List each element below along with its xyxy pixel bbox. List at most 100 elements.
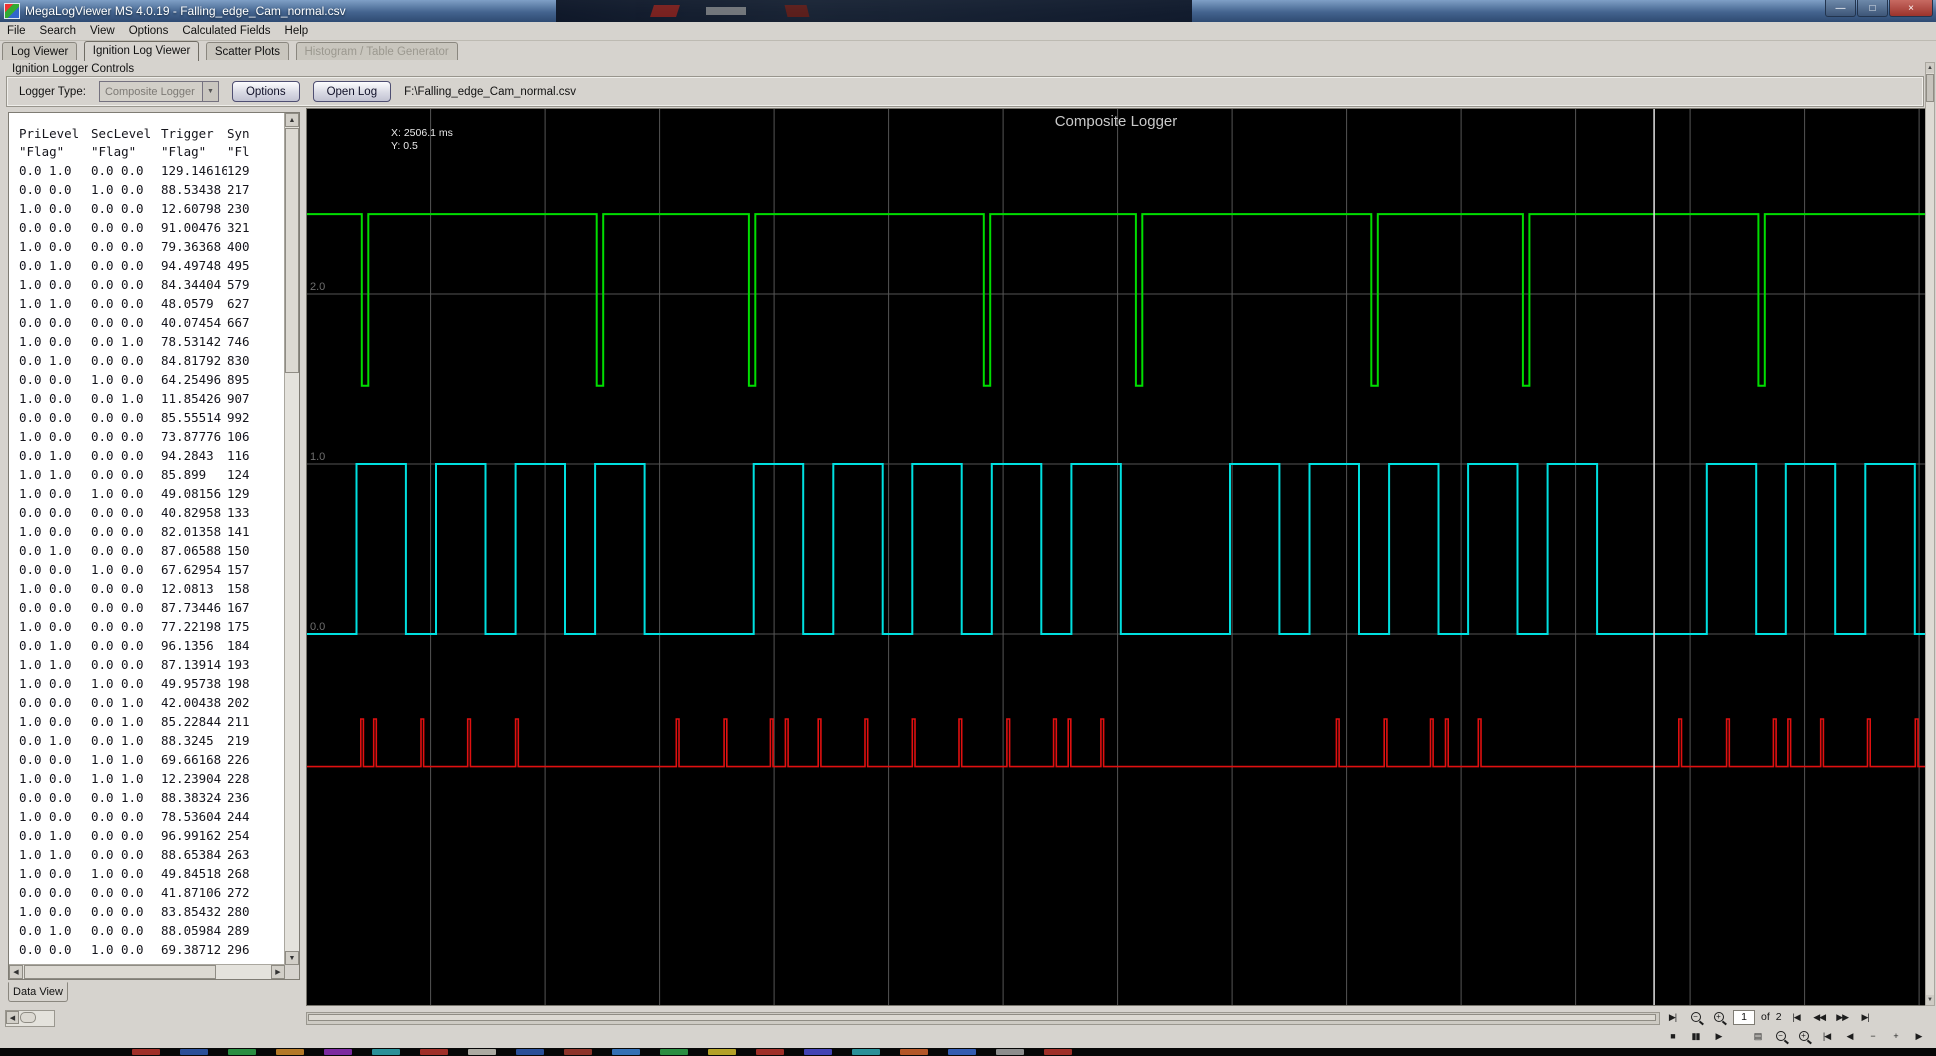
table-row[interactable]: 0.0 0.0 1.0 0.0 64.25496 895	[19, 370, 285, 389]
table-row[interactable]: 0.0 0.0 0.0 0.0 41.87106 272	[19, 883, 285, 902]
taskbar-icon[interactable]	[660, 1049, 688, 1055]
taskbar-icon[interactable]	[852, 1049, 880, 1055]
forward-button[interactable]: ▶▶	[1832, 1009, 1853, 1025]
table-row[interactable]: 0.0 0.0 0.0 0.0 40.07454 667	[19, 313, 285, 332]
table-row[interactable]: 0.0 0.0 1.0 0.0 88.53438 217	[19, 180, 285, 199]
taskbar-icon[interactable]	[132, 1049, 160, 1055]
table-row[interactable]: 1.0 0.0 1.0 0.0 49.95738 198	[19, 674, 285, 693]
print-button[interactable]: ▤	[1747, 1028, 1768, 1044]
pause-button[interactable]: ▮▮	[1685, 1028, 1706, 1044]
data-table[interactable]: PriLevel SecLevel Trigger Syn "Flag" "Flag" "…	[9, 113, 285, 965]
taskbar-icon[interactable]	[276, 1049, 304, 1055]
taskbar-icon[interactable]	[996, 1049, 1024, 1055]
play-to-end-button[interactable]: ▶|	[1662, 1009, 1683, 1025]
taskbar-icon[interactable]	[804, 1049, 832, 1055]
table-horizontal-scrollbar[interactable]: ◀ ▶	[9, 964, 285, 979]
table-row[interactable]: 0.0 0.0 0.0 0.0 87.73446 167	[19, 598, 285, 617]
tab-data-view[interactable]: Data View	[8, 982, 68, 1002]
table-row[interactable]: 0.0 0.0 1.0 0.0 69.38712 296	[19, 940, 285, 959]
taskbar-icon[interactable]	[324, 1049, 352, 1055]
mini-scroll-left-icon[interactable]: ◀	[6, 1011, 19, 1024]
waveform-plot[interactable]	[307, 109, 1925, 1005]
taskbar-icon[interactable]	[612, 1049, 640, 1055]
table-row[interactable]: 0.0 1.0 0.0 0.0 84.81792 830	[19, 351, 285, 370]
taskbar-icon[interactable]	[1044, 1049, 1072, 1055]
table-row[interactable]: 1.0 0.0 0.0 1.0 11.85426 907	[19, 389, 285, 408]
last-button[interactable]: ▶|	[1855, 1009, 1876, 1025]
first-button[interactable]: |◀	[1816, 1028, 1837, 1044]
table-row[interactable]: 1.0 1.0 0.0 0.0 85.899 124	[19, 465, 285, 484]
table-row[interactable]: 1.0 0.0 0.0 0.0 12.60798 230	[19, 199, 285, 218]
taskbar-icon[interactable]	[180, 1049, 208, 1055]
table-row[interactable]: 1.0 0.0 1.0 0.0 49.84518 268	[19, 864, 285, 883]
last-button[interactable]: ▶|	[1931, 1028, 1936, 1044]
table-row[interactable]: 1.0 1.0 0.0 0.0 87.13914 193	[19, 655, 285, 674]
scroll-left-icon[interactable]: ◀	[9, 965, 23, 979]
table-row[interactable]: 1.0 0.0 0.0 0.0 73.87776 106	[19, 427, 285, 446]
options-button[interactable]: Options	[231, 81, 300, 102]
menu-options[interactable]: Options	[122, 24, 176, 38]
table-row[interactable]: 0.0 0.0 0.0 1.0 42.00438 202	[19, 693, 285, 712]
taskbar-icon[interactable]	[708, 1049, 736, 1055]
horizontal-scroll-thumb[interactable]	[24, 965, 216, 979]
menu-help[interactable]: Help	[278, 24, 316, 38]
table-row[interactable]: 1.0 0.0 0.0 0.0 82.01358 141	[19, 522, 285, 541]
chart-horizontal-scrollbar[interactable]	[306, 1012, 1660, 1025]
menu-file[interactable]: File	[0, 24, 33, 38]
table-row[interactable]: 1.0 0.0 0.0 1.0 78.53142 746	[19, 332, 285, 351]
table-row[interactable]: 0.0 1.0 0.0 0.0 94.49748 495	[19, 256, 285, 275]
content-scroll-thumb[interactable]	[1926, 74, 1934, 102]
plus-button[interactable]: +	[1885, 1028, 1906, 1044]
scroll-down-icon[interactable]: ▼	[1926, 995, 1934, 1005]
content-vertical-scrollbar[interactable]: ▲ ▼	[1925, 62, 1935, 1006]
chart-scroll-thumb[interactable]	[308, 1014, 1656, 1021]
minimize-button[interactable]: —	[1825, 0, 1856, 17]
tab-ignition-log-viewer[interactable]: Ignition Log Viewer	[83, 41, 200, 61]
table-row[interactable]: 0.0 0.0 0.0 0.0 91.00476 321	[19, 218, 285, 237]
scroll-up-icon[interactable]: ▲	[285, 113, 299, 127]
table-row[interactable]: 0.0 1.0 0.0 0.0 96.1356 184	[19, 636, 285, 655]
table-row[interactable]: 0.0 1.0 0.0 0.0 96.99162 254	[19, 826, 285, 845]
zoom-in-button[interactable]: +	[1793, 1028, 1814, 1044]
table-row[interactable]: 1.0 0.0 0.0 0.0 77.22198 175	[19, 617, 285, 636]
composite-logger-chart[interactable]: Composite Logger X: 2506.1 ms Y: 0.5 2.0…	[306, 108, 1926, 1006]
menu-view[interactable]: View	[83, 24, 122, 38]
table-row[interactable]: 0.0 0.0 1.0 1.0 69.66168 226	[19, 750, 285, 769]
mini-scroll-thumb[interactable]	[20, 1012, 36, 1023]
taskbar-icon[interactable]	[516, 1049, 544, 1055]
taskbar-icon[interactable]	[372, 1049, 400, 1055]
rewind-button[interactable]: ◀◀	[1809, 1009, 1830, 1025]
scroll-right-icon[interactable]: ▶	[271, 965, 285, 979]
taskbar-icon[interactable]	[756, 1049, 784, 1055]
table-row[interactable]: 0.0 0.0 0.0 1.0 88.38324 236	[19, 788, 285, 807]
taskbar-icon[interactable]	[900, 1049, 928, 1055]
scroll-down-icon[interactable]: ▼	[285, 951, 299, 965]
taskbar-icon[interactable]	[228, 1049, 256, 1055]
tab-log-viewer[interactable]: Log Viewer	[2, 42, 78, 60]
vertical-scroll-thumb[interactable]	[285, 128, 299, 373]
table-row[interactable]: 1.0 0.0 0.0 0.0 83.85432 280	[19, 902, 285, 921]
table-row[interactable]: 1.0 1.0 0.0 0.0 48.0579 627	[19, 294, 285, 313]
menu-calculated-fields[interactable]: Calculated Fields	[175, 24, 277, 38]
table-row[interactable]: 1.0 0.0 0.0 0.0 84.34404 579	[19, 275, 285, 294]
menu-search[interactable]: Search	[33, 24, 83, 38]
table-row[interactable]: 0.0 0.0 0.0 0.0 40.82958 133	[19, 503, 285, 522]
taskbar-icon[interactable]	[948, 1049, 976, 1055]
minus-button[interactable]: −	[1862, 1028, 1883, 1044]
prev-button[interactable]: ◀	[1839, 1028, 1860, 1044]
scroll-up-icon[interactable]: ▲	[1926, 63, 1934, 73]
table-row[interactable]: 0.0 0.0 0.0 0.0 85.55514 992	[19, 408, 285, 427]
table-row[interactable]: 1.0 0.0 1.0 1.0 12.23904 228	[19, 769, 285, 788]
table-row[interactable]: 0.0 1.0 0.0 0.0 129.14616 129	[19, 161, 285, 180]
close-button[interactable]: ×	[1889, 0, 1933, 17]
taskbar-icon[interactable]	[564, 1049, 592, 1055]
table-row[interactable]: 1.0 1.0 0.0 0.0 88.65384 263	[19, 845, 285, 864]
table-row[interactable]: 0.0 1.0 0.0 0.0 88.05984 289	[19, 921, 285, 940]
table-row[interactable]: 1.0 0.0 0.0 0.0 79.36368 400	[19, 237, 285, 256]
zoom-out-button[interactable]: −	[1770, 1028, 1791, 1044]
tab-scatter-plots[interactable]: Scatter Plots	[205, 42, 290, 60]
zoom-out-button[interactable]: −	[1685, 1009, 1706, 1025]
zoom-in-button[interactable]: +	[1708, 1009, 1729, 1025]
taskbar-icon[interactable]	[420, 1049, 448, 1055]
table-row[interactable]: 0.0 1.0 0.0 0.0 87.06588 150	[19, 541, 285, 560]
